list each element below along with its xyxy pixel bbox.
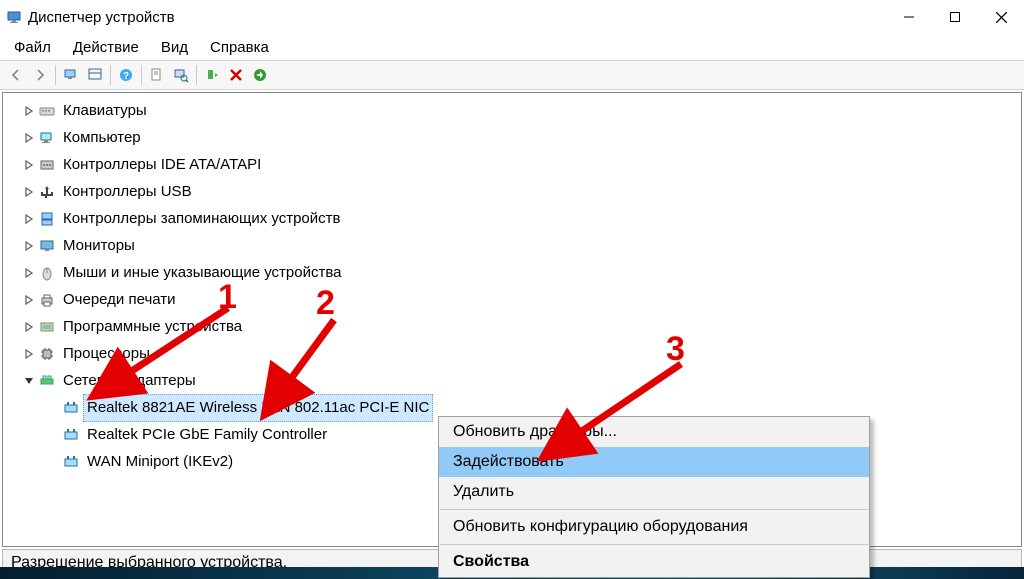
device-manager-window: Диспетчер устройств Файл Действие Вид Сп… bbox=[0, 0, 1024, 579]
chevron-right-icon[interactable] bbox=[21, 211, 37, 227]
toolbar-separator bbox=[196, 65, 197, 85]
tree-device-label: WAN Miniport (IKEv2) bbox=[83, 448, 237, 476]
printer-icon bbox=[39, 292, 55, 308]
toolbar-enable-icon[interactable] bbox=[249, 64, 271, 86]
tree-category[interactable]: Компьютер bbox=[3, 124, 1021, 151]
keyboard-icon bbox=[39, 103, 55, 119]
app-icon bbox=[6, 9, 22, 25]
toolbar: ? bbox=[0, 60, 1024, 90]
context-separator bbox=[440, 509, 868, 510]
toolbar-show-hidden-icon[interactable] bbox=[84, 64, 106, 86]
tree-category-label: Процессоры bbox=[59, 340, 154, 368]
minimize-button[interactable] bbox=[886, 2, 932, 32]
toolbar-separator bbox=[141, 65, 142, 85]
chevron-right-icon[interactable] bbox=[21, 319, 37, 335]
tree-category-label: Мониторы bbox=[59, 232, 139, 260]
chevron-right-icon[interactable] bbox=[21, 130, 37, 146]
menu-file[interactable]: Файл bbox=[4, 37, 61, 58]
maximize-button[interactable] bbox=[932, 2, 978, 32]
chevron-right-icon[interactable] bbox=[21, 184, 37, 200]
tree-category[interactable]: Мыши и иные указывающие устройства bbox=[3, 259, 1021, 286]
toolbar-separator bbox=[55, 65, 56, 85]
network-adapter-icon bbox=[63, 454, 79, 470]
tree-category[interactable]: Мониторы bbox=[3, 232, 1021, 259]
tree-category[interactable]: Контроллеры USB bbox=[3, 178, 1021, 205]
toolbar-update-driver-icon[interactable] bbox=[201, 64, 223, 86]
storage-icon bbox=[39, 211, 55, 227]
context-separator bbox=[440, 544, 868, 545]
usb-icon bbox=[39, 184, 55, 200]
close-button[interactable] bbox=[978, 2, 1024, 32]
tree-category-label: Контроллеры запоминающих устройств bbox=[59, 205, 344, 233]
context-scan-hardware[interactable]: Обновить конфигурацию оборудования bbox=[439, 512, 869, 542]
tree-category[interactable]: Программные устройства bbox=[3, 313, 1021, 340]
tree-category[interactable]: Процессоры bbox=[3, 340, 1021, 367]
tree-category-label: Компьютер bbox=[59, 124, 145, 152]
window-title: Диспетчер устройств bbox=[28, 9, 175, 26]
monitor-icon bbox=[39, 238, 55, 254]
ide-icon bbox=[39, 157, 55, 173]
menubar: Файл Действие Вид Справка bbox=[0, 34, 1024, 60]
context-delete[interactable]: Удалить bbox=[439, 477, 869, 507]
context-properties[interactable]: Свойства bbox=[439, 547, 869, 577]
context-menu: Обновить драйверы... Задействовать Удали… bbox=[438, 416, 870, 578]
toolbar-help-icon[interactable]: ? bbox=[115, 64, 137, 86]
tree-category-label: Сетевые адаптеры bbox=[59, 367, 200, 395]
toolbar-scan-icon[interactable] bbox=[170, 64, 192, 86]
tree-category[interactable]: Сетевые адаптеры bbox=[3, 367, 1021, 394]
network-adapter-icon bbox=[63, 427, 79, 443]
chevron-right-icon[interactable] bbox=[21, 157, 37, 173]
chevron-down-icon[interactable] bbox=[21, 373, 37, 389]
tree-category[interactable]: Очереди печати bbox=[3, 286, 1021, 313]
back-button[interactable] bbox=[5, 64, 27, 86]
context-enable[interactable]: Задействовать bbox=[439, 447, 869, 477]
menu-action[interactable]: Действие bbox=[63, 37, 149, 58]
toolbar-separator bbox=[110, 65, 111, 85]
chevron-right-icon[interactable] bbox=[21, 265, 37, 281]
menu-help[interactable]: Справка bbox=[200, 37, 279, 58]
context-update-drivers[interactable]: Обновить драйверы... bbox=[439, 417, 869, 447]
chevron-right-icon[interactable] bbox=[21, 103, 37, 119]
forward-button[interactable] bbox=[29, 64, 51, 86]
tree-category-label: Клавиатуры bbox=[59, 97, 151, 125]
network-icon bbox=[39, 373, 55, 389]
tree-category[interactable]: Клавиатуры bbox=[3, 97, 1021, 124]
toolbar-properties-icon[interactable] bbox=[146, 64, 168, 86]
tree-category-label: Программные устройства bbox=[59, 313, 246, 341]
tree-category-label: Очереди печати bbox=[59, 286, 180, 314]
tree-device-label: Realtek PCIe GbE Family Controller bbox=[83, 421, 331, 449]
toolbar-computer-icon[interactable] bbox=[60, 64, 82, 86]
titlebar: Диспетчер устройств bbox=[0, 0, 1024, 34]
computer-icon bbox=[39, 130, 55, 146]
chevron-right-icon[interactable] bbox=[21, 346, 37, 362]
mouse-icon bbox=[39, 265, 55, 281]
cpu-icon bbox=[39, 346, 55, 362]
tree-category[interactable]: Контроллеры запоминающих устройств bbox=[3, 205, 1021, 232]
tree-category-label: Контроллеры IDE ATA/ATAPI bbox=[59, 151, 265, 179]
chevron-right-icon[interactable] bbox=[21, 238, 37, 254]
tree-category[interactable]: Контроллеры IDE ATA/ATAPI bbox=[3, 151, 1021, 178]
svg-text:?: ? bbox=[123, 71, 129, 82]
toolbar-uninstall-icon[interactable] bbox=[225, 64, 247, 86]
network-adapter-icon bbox=[63, 400, 79, 416]
software-icon bbox=[39, 319, 55, 335]
tree-category-label: Контроллеры USB bbox=[59, 178, 196, 206]
tree-device-label: Realtek 8821AE Wireless LAN 802.11ac PCI… bbox=[83, 394, 433, 422]
chevron-right-icon[interactable] bbox=[21, 292, 37, 308]
menu-view[interactable]: Вид bbox=[151, 37, 198, 58]
tree-category-label: Мыши и иные указывающие устройства bbox=[59, 259, 345, 287]
